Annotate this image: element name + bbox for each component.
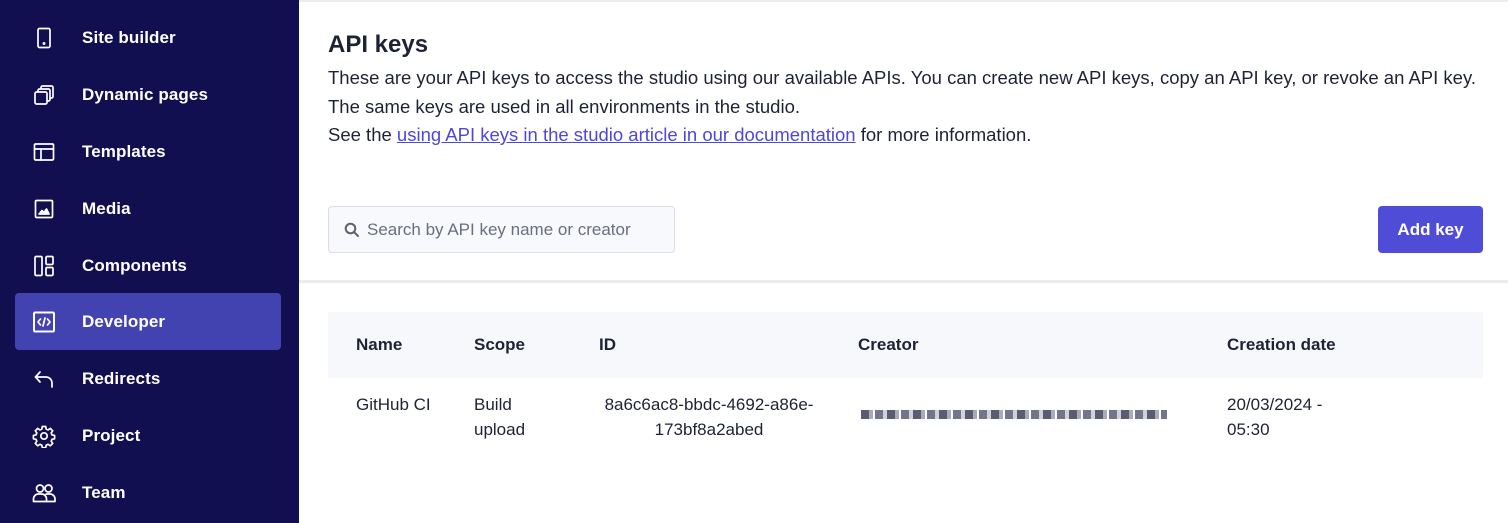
components-grid-icon	[32, 254, 56, 278]
column-header-id[interactable]: ID	[599, 312, 799, 378]
sidebar-item-dynamic-pages[interactable]: Dynamic pages	[15, 66, 281, 123]
table-row[interactable]: GitHub CI Build upload 8a6c6ac8-bbdc-469…	[328, 378, 1483, 488]
sidebar-item-label: Developer	[82, 311, 166, 331]
gear-icon	[32, 424, 56, 448]
sidebar-item-label: Team	[82, 482, 126, 502]
users-icon	[32, 481, 56, 505]
sidebar-item-team[interactable]: Team	[15, 464, 281, 521]
sidebar-item-label: Redirects	[82, 368, 161, 388]
description-suffix: for more information.	[855, 124, 1032, 145]
table-header: Name Scope ID Creator Creation date	[328, 312, 1483, 378]
description-line-3: See the using API keys in the studio art…	[328, 121, 1478, 150]
cell-creation-date: 20/03/2024 - 05:30	[1227, 395, 1323, 439]
cell-scope: Build upload	[474, 395, 526, 439]
cell-name: GitHub CI	[356, 395, 431, 414]
documentation-link[interactable]: using API keys in the studio article in …	[397, 124, 856, 145]
column-header-name[interactable]: Name	[356, 312, 446, 378]
stacked-pages-icon	[32, 83, 56, 107]
sidebar-item-label: Dynamic pages	[82, 84, 209, 104]
column-header-creation-date[interactable]: Creation date	[1227, 312, 1357, 378]
code-icon	[32, 310, 56, 334]
layout-template-icon	[32, 140, 56, 164]
redacted-creator-value	[861, 410, 1167, 419]
main-content: API keys These are your API keys to acce…	[299, 0, 1508, 523]
sidebar-item-templates[interactable]: Templates	[15, 123, 281, 180]
page-title: API keys	[328, 31, 429, 58]
sidebar-item-label: Templates	[82, 141, 166, 161]
sidebar-item-label: Project	[82, 425, 141, 445]
description-line-1: These are your API keys to access the st…	[328, 67, 1476, 88]
sidebar-item-redirects[interactable]: Redirects	[15, 350, 281, 407]
page-description: These are your API keys to access the st…	[328, 64, 1478, 150]
sidebar-item-developer[interactable]: Developer	[15, 293, 281, 350]
search-input[interactable]	[367, 207, 667, 252]
mobile-device-icon	[32, 26, 56, 50]
add-key-button[interactable]: Add key	[1378, 206, 1483, 253]
sidebar-item-project[interactable]: Project	[15, 407, 281, 464]
api-keys-table: Name Scope ID Creator Creation date GitH…	[328, 312, 1483, 488]
cell-id: 8a6c6ac8-bbdc-4692-a86e-173bf8a2abed	[604, 395, 814, 439]
column-header-scope[interactable]: Scope	[474, 312, 564, 378]
image-icon	[32, 197, 56, 221]
sidebar-item-media[interactable]: Media	[15, 180, 281, 237]
search-icon	[343, 221, 361, 239]
sidebar-item-label: Media	[82, 198, 131, 218]
sidebar-item-components[interactable]: Components	[15, 237, 281, 294]
sidebar-item-label: Components	[82, 255, 187, 275]
column-header-creator[interactable]: Creator	[858, 312, 1178, 378]
description-prefix: See the	[328, 124, 397, 145]
description-line-2: The same keys are used in all environmen…	[328, 95, 800, 117]
sidebar-item-site-builder[interactable]: Site builder	[15, 9, 281, 66]
sidebar: Site builder Dynamic pages Templates Med…	[0, 0, 299, 523]
api-keys-header: API keys These are your API keys to acce…	[299, 0, 1508, 281]
search-box[interactable]	[328, 206, 675, 253]
section-divider	[299, 280, 1508, 283]
sidebar-item-label: Site builder	[82, 27, 176, 47]
redirect-arrow-icon	[32, 367, 56, 391]
